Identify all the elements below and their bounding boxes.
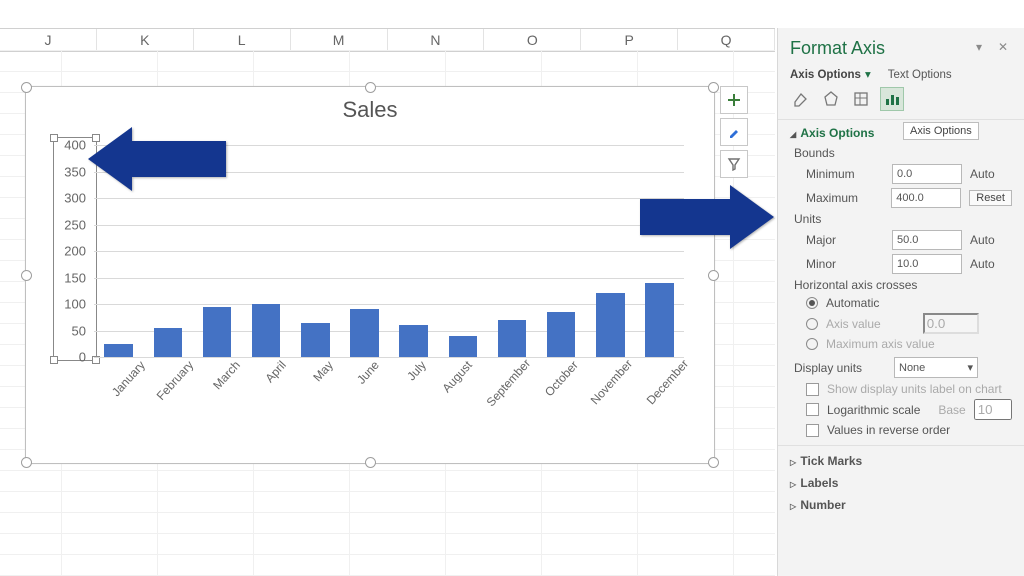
resize-handle[interactable]	[21, 82, 32, 93]
input-log-base	[974, 399, 1012, 420]
label-minimum: Minimum	[794, 167, 884, 181]
x-label: October	[539, 358, 581, 402]
bar[interactable]	[291, 145, 340, 357]
bar[interactable]	[389, 145, 438, 357]
icon-tooltip: Axis Options	[903, 122, 979, 140]
axis-options-icon[interactable]	[880, 87, 904, 111]
bar[interactable]	[635, 145, 684, 357]
input-minor[interactable]	[892, 254, 962, 274]
resize-handle[interactable]	[21, 270, 32, 281]
chevron-down-icon: ▾	[865, 69, 871, 81]
section-number[interactable]: Number	[790, 498, 1012, 512]
y-tick: 150	[64, 270, 86, 285]
resize-handle[interactable]	[708, 457, 719, 468]
resize-handle[interactable]	[365, 457, 376, 468]
check-reverse-order[interactable]: Values in reverse order	[806, 423, 1012, 437]
x-label: February	[153, 358, 196, 403]
select-display-units[interactable]: None▾	[894, 357, 978, 378]
tab-text-options[interactable]: Text Options	[888, 69, 952, 81]
bar[interactable]	[340, 145, 389, 357]
group-units: Units	[794, 212, 1012, 226]
x-axis-labels[interactable]: JanuaryFebruaryMarchAprilMayJuneJulyAugu…	[94, 365, 684, 379]
bar[interactable]	[537, 145, 586, 357]
y-tick: 350	[64, 164, 86, 179]
chart-title[interactable]: Sales	[26, 97, 714, 123]
x-label: April	[247, 358, 289, 402]
chart-quick-tools	[720, 86, 748, 182]
label-minor: Minor	[794, 257, 884, 271]
pane-menu-button[interactable]: ▾	[976, 40, 990, 54]
check-log-scale[interactable]: Logarithmic scale Base	[806, 399, 1012, 420]
x-label: March	[201, 358, 243, 402]
tab-axis-options[interactable]: Axis Options	[790, 69, 861, 81]
col-header[interactable]: N	[388, 29, 485, 51]
chart-elements-button[interactable]	[720, 86, 748, 114]
bar[interactable]	[487, 145, 536, 357]
radio-cross-axis-value[interactable]: Axis value	[806, 313, 1012, 334]
format-axis-pane: Format Axis ▾ ✕ Axis Options▾ Text Optio…	[777, 28, 1024, 576]
radio-cross-max[interactable]: Maximum axis value	[806, 337, 1012, 351]
y-tick: 50	[72, 323, 86, 338]
x-label: August	[434, 358, 476, 402]
label-major: Major	[794, 233, 884, 247]
mode-minimum[interactable]: Auto	[970, 167, 995, 181]
y-tick: 400	[64, 138, 86, 153]
chevron-down-icon: ▾	[967, 361, 973, 374]
input-major[interactable]	[892, 230, 962, 250]
col-header[interactable]: O	[484, 29, 581, 51]
mode-minor[interactable]: Auto	[970, 257, 995, 271]
group-crosses: Horizontal axis crosses	[794, 278, 1012, 292]
effects-icon[interactable]	[820, 88, 842, 110]
y-axis-labels[interactable]: 400 350 300 250 200 150 100 50 0	[56, 145, 90, 357]
fill-line-icon[interactable]	[790, 88, 812, 110]
check-show-units-label: Show display units label on chart	[806, 382, 1012, 396]
input-minimum[interactable]	[892, 164, 962, 184]
resize-handle[interactable]	[365, 82, 376, 93]
col-header[interactable]: J	[0, 29, 97, 51]
chart-filters-button[interactable]	[720, 150, 748, 178]
resize-handle[interactable]	[708, 270, 719, 281]
label-maximum: Maximum	[794, 191, 883, 205]
annotation-arrow-left	[88, 127, 226, 191]
col-header[interactable]: K	[97, 29, 194, 51]
col-header[interactable]: Q	[678, 29, 775, 51]
resize-handle[interactable]	[708, 82, 719, 93]
y-tick: 200	[64, 244, 86, 259]
bar[interactable]	[586, 145, 635, 357]
x-label: July	[387, 358, 429, 402]
input-maximum[interactable]	[891, 188, 961, 208]
col-header[interactable]: L	[194, 29, 291, 51]
y-tick: 0	[79, 350, 86, 365]
section-labels[interactable]: Labels	[790, 476, 1012, 490]
annotation-arrow-right	[640, 185, 774, 249]
chart-styles-button[interactable]	[720, 118, 748, 146]
x-label: December	[643, 357, 690, 408]
resize-handle[interactable]	[21, 457, 32, 468]
group-bounds: Bounds	[794, 146, 1012, 160]
y-tick: 100	[64, 297, 86, 312]
x-label: June	[341, 358, 383, 402]
x-label: September	[484, 356, 534, 409]
y-tick: 250	[64, 217, 86, 232]
bar[interactable]	[438, 145, 487, 357]
label-display-units: Display units	[794, 361, 886, 375]
reset-maximum-button[interactable]: Reset	[969, 190, 1012, 206]
x-label: January	[106, 358, 148, 402]
y-tick: 300	[64, 191, 86, 206]
pane-close-button[interactable]: ✕	[998, 40, 1012, 54]
col-header[interactable]: P	[581, 29, 678, 51]
input-cross-value	[923, 313, 979, 334]
x-label: May	[294, 358, 336, 402]
col-header[interactable]: M	[291, 29, 388, 51]
column-header-row: J K L M N O P Q	[0, 28, 775, 52]
x-label: November	[588, 357, 635, 408]
radio-cross-automatic[interactable]: Automatic	[806, 296, 1012, 310]
size-properties-icon[interactable]	[850, 88, 872, 110]
bar[interactable]	[242, 145, 291, 357]
mode-major[interactable]: Auto	[970, 233, 995, 247]
section-tick-marks[interactable]: Tick Marks	[790, 454, 1012, 468]
